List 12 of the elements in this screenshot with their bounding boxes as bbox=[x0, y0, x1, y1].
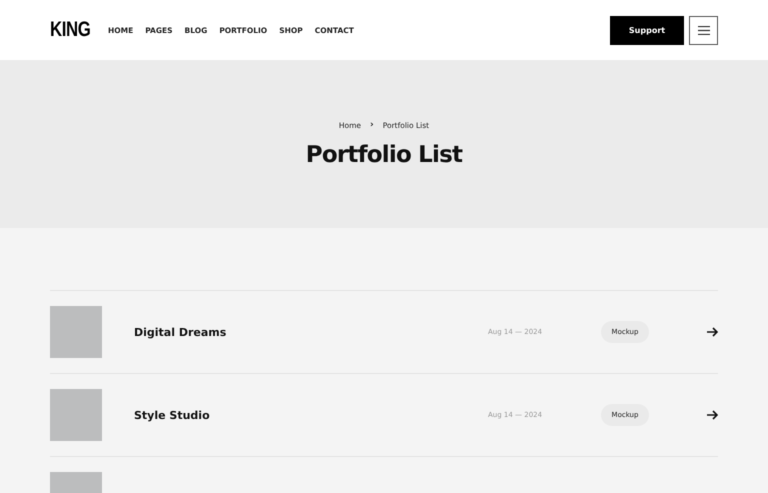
menu-icon bbox=[698, 26, 710, 34]
arrow-right-icon[interactable] bbox=[707, 410, 718, 420]
menu-button[interactable] bbox=[689, 16, 718, 44]
logo-text[interactable]: KING bbox=[50, 18, 92, 42]
arrow-right-icon[interactable] bbox=[707, 327, 718, 337]
project-title[interactable]: Digital Dreams bbox=[134, 326, 488, 338]
support-button[interactable]: Support bbox=[610, 16, 684, 44]
image-placeholder bbox=[50, 389, 102, 441]
image-placeholder bbox=[50, 306, 102, 358]
breadcrumb-separator: › bbox=[370, 120, 374, 130]
page-title: Portfolio List bbox=[306, 142, 462, 168]
project-title[interactable]: Style Studio bbox=[134, 408, 488, 422]
